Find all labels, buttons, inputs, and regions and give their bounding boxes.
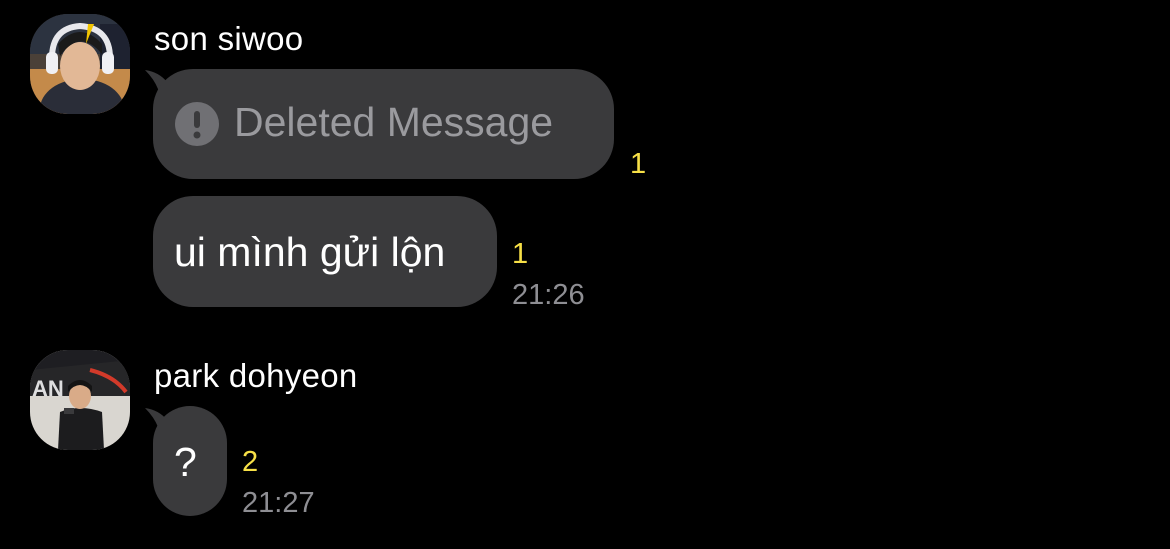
message-text: ?: [174, 439, 197, 485]
message-time: 21:27: [242, 487, 315, 519]
sender-name: son siwoo: [154, 20, 304, 57]
avatar-son-siwoo-image: [30, 14, 130, 114]
unread-count: 1: [512, 238, 529, 270]
warning-circle-icon: [175, 102, 219, 146]
sender-name: park dohyeon: [154, 357, 358, 394]
message-bubble[interactable]: ui mình gửi lộn: [153, 196, 497, 307]
deleted-message-bubble[interactable]: Deleted Message: [153, 69, 614, 179]
message-text: ui mình gửi lộn: [174, 229, 446, 275]
deleted-message-text: Deleted Message: [234, 99, 554, 145]
avatar-park-dohyeon-image: AN: [30, 350, 130, 450]
svg-text:AN: AN: [32, 376, 64, 401]
avatar-park-dohyeon[interactable]: AN: [30, 350, 130, 450]
message-time: 21:26: [512, 279, 585, 311]
unread-count: 2: [242, 446, 259, 478]
avatar-son-siwoo[interactable]: [30, 14, 130, 114]
message-bubble[interactable]: ?: [153, 406, 227, 516]
unread-count: 1: [630, 148, 647, 180]
